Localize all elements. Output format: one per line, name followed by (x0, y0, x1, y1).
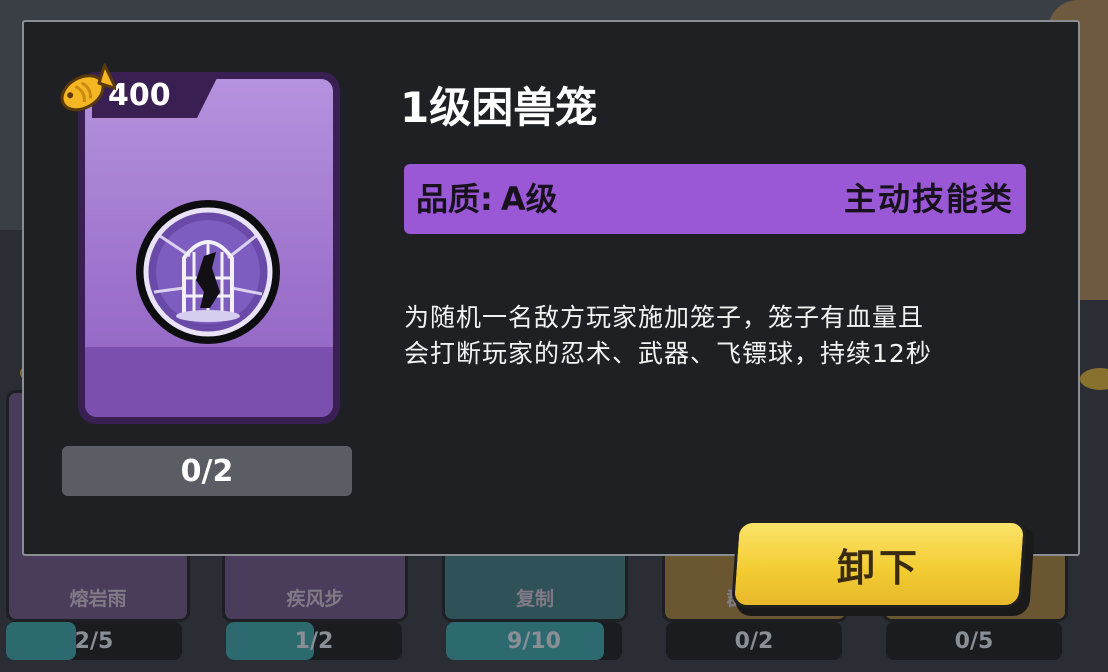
background-progress: 0/2 (666, 622, 842, 660)
background-fish-icon (1080, 368, 1108, 390)
quality-label: 品质: A级 (416, 164, 558, 234)
background-card-name: 复制 (515, 588, 554, 610)
quality-value: A级 (500, 180, 558, 218)
background-card-name: 熔岩雨 (69, 588, 127, 610)
owned-count: 0/2 (62, 446, 352, 496)
skill-type: 主动技能类 (843, 180, 1014, 218)
background-progress: 9/10 (446, 622, 622, 660)
quality-bar: 品质: A级 主动技能类 (404, 164, 1026, 234)
background-progress-text: 2/5 (74, 628, 114, 654)
background-progress-text: 1/2 (294, 628, 334, 654)
fish-coin-icon (60, 63, 116, 112)
skill-title: 1级困兽笼 (400, 83, 598, 132)
skill-description-line: 会打断玩家的忍术、武器、飞镖球，持续12秒 (404, 339, 932, 368)
skill-card-footer (85, 347, 333, 417)
quality-prefix: 品质: (416, 180, 493, 218)
background-progress: 0/5 (886, 622, 1062, 660)
background-progress-text: 0/5 (954, 628, 994, 654)
price-value: 400 (108, 78, 171, 113)
background-progress-text: 0/2 (734, 628, 774, 654)
cage-skill-icon (136, 200, 280, 344)
background-card-name: 疾风步 (286, 588, 344, 610)
background-progress: 1/2 (226, 622, 402, 660)
background-progress-text: 9/10 (507, 628, 561, 654)
unequip-button[interactable]: 卸下 (730, 520, 1036, 616)
unequip-button-label: 卸下 (836, 545, 921, 590)
background-progress: 2/5 (6, 622, 182, 660)
skill-description-line: 为随机一名敌方玩家施加笼子，笼子有血量且 (404, 303, 925, 332)
skill-description: 为随机一名敌方玩家施加笼子，笼子有血量且 会打断玩家的忍术、武器、飞镖球，持续1… (404, 300, 1044, 372)
